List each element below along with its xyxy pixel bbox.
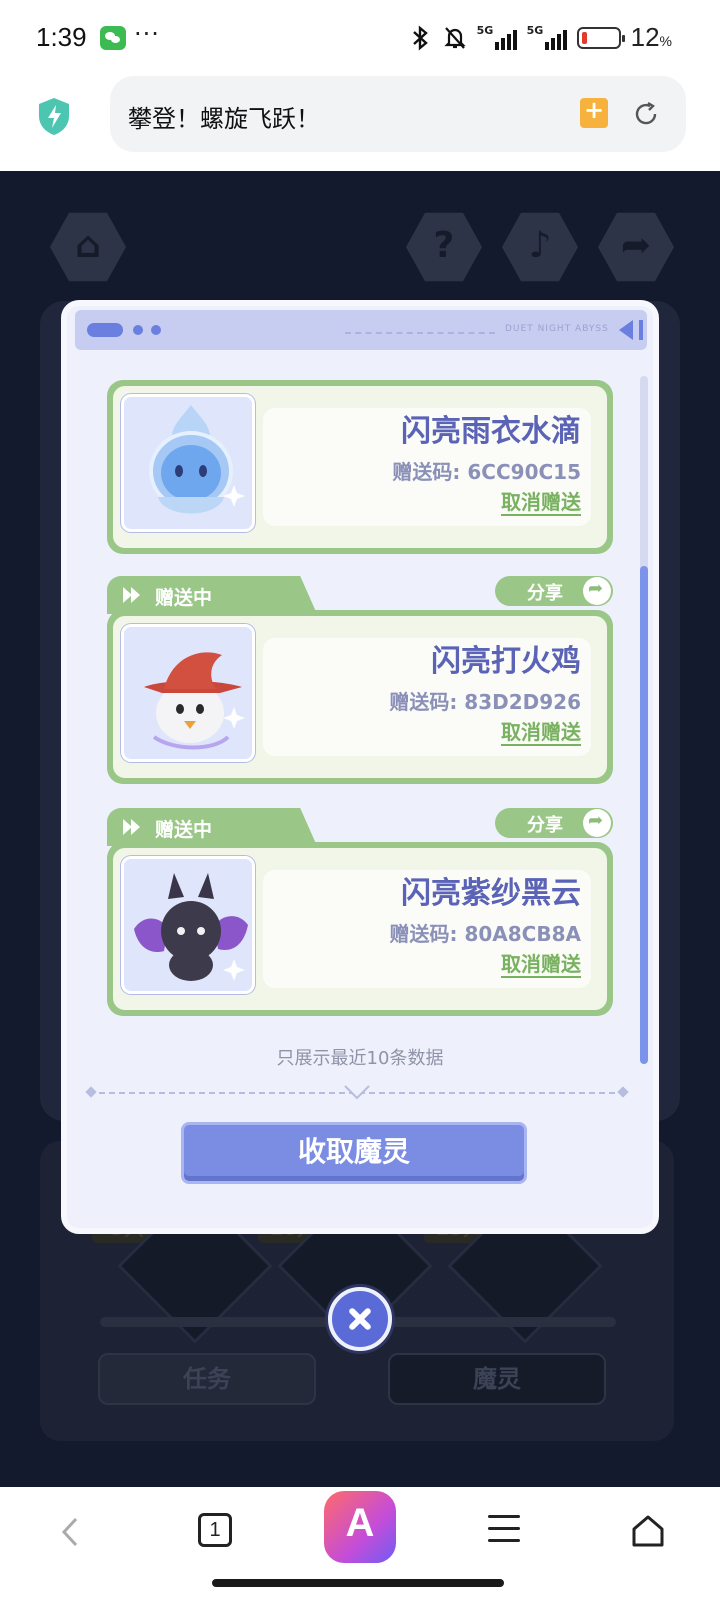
address-bar[interactable]: 攀登！螺旋飞跃！ [110, 76, 686, 152]
purple-dark-cloud-icon [134, 873, 248, 981]
cancel-gift-link[interactable]: 取消赠送 [501, 720, 581, 746]
share-button[interactable]: 分享 [495, 808, 613, 838]
pet-portrait [121, 856, 255, 994]
collect-spirits-button[interactable]: 收取魔灵 [181, 1122, 527, 1184]
signal-icon-2: 5G [527, 24, 567, 50]
bluetooth-icon [412, 24, 428, 51]
back-icon[interactable] [56, 1517, 86, 1547]
fire-chicken-icon [144, 652, 245, 750]
tabs-button[interactable]: 1 [198, 1513, 232, 1547]
pet-name: 闪亮紫纱黑云 [401, 876, 581, 911]
gifting-status-tab: 赠送中 [107, 576, 317, 614]
gift-code: 赠送码: 83D2D926 [389, 690, 581, 714]
status-time: 1:39 [36, 22, 87, 52]
help-icon: ? [406, 212, 482, 282]
gift-code: 赠送码: 80A8CB8A [389, 922, 581, 946]
reload-icon[interactable] [632, 100, 660, 128]
gift-record: 赠送中 分享 闪亮打火鸡 赠送码: 83D2D926 [107, 576, 613, 786]
scrollbar-thumb[interactable] [640, 566, 648, 1064]
tab-spirits: 魔灵 [388, 1353, 606, 1405]
status-more: ··· [134, 20, 160, 48]
home-icon: ⌂ [50, 212, 126, 282]
gifting-status-label: 赠送中 [155, 819, 213, 841]
divider-end [85, 1086, 97, 1098]
add-bookmark-icon[interactable] [580, 96, 608, 128]
forward-icon-2 [131, 819, 140, 835]
gift-records-dialog: DUET NIGHT ABYSS 闪亮雨衣水滴 赠送码: 6CC90C15 取消… [61, 300, 659, 1234]
gift-record: 闪亮雨衣水滴 赠送码: 6CC90C15 取消赠送 [107, 376, 613, 556]
signal-icon: 5G [477, 24, 517, 50]
collapse-arrow [619, 320, 633, 340]
dialog-header: DUET NIGHT ABYSS [75, 310, 647, 350]
ai-assistant-button[interactable]: A [324, 1491, 396, 1563]
ai-icon: A [345, 1501, 375, 1545]
shield-icon[interactable] [36, 96, 72, 136]
recent-records-note: 只展示最近10条数据 [276, 1048, 444, 1069]
pet-name: 闪亮雨衣水滴 [401, 414, 581, 449]
share-icon: ➦ [598, 212, 674, 282]
wechat-icon [100, 26, 126, 50]
status-icons: 5G 5G 12% [409, 22, 672, 53]
share-icon [583, 577, 611, 605]
divider-end [617, 1086, 629, 1098]
scrollbar[interactable] [640, 376, 648, 1064]
header-dot [151, 325, 161, 335]
battery-icon [576, 26, 625, 49]
gifting-status-tab: 赠送中 [107, 808, 317, 846]
pet-portrait [121, 394, 255, 532]
share-button-label: 分享 [527, 815, 563, 836]
cancel-gift-link[interactable]: 取消赠送 [501, 952, 581, 978]
music-icon: ♪ [502, 212, 578, 282]
gift-card: 闪亮打火鸡 赠送码: 83D2D926 取消赠送 [107, 610, 613, 784]
chevron-down-icon [344, 1085, 370, 1100]
bell-muted-icon [443, 26, 466, 49]
raincoat-droplet-icon [149, 405, 245, 514]
share-button-label: 分享 [527, 583, 563, 604]
status-bar: 1:39 ··· 5G 5G 12% [0, 0, 720, 76]
menu-icon[interactable] [488, 1515, 520, 1545]
pet-name: 闪亮打火鸡 [431, 644, 581, 679]
page-title[interactable]: 攀登！螺旋飞跃！ [128, 99, 320, 134]
gift-card: 闪亮雨衣水滴 赠送码: 6CC90C15 取消赠送 [107, 380, 613, 554]
home-indicator[interactable] [212, 1579, 504, 1587]
browser-toolbar: 攀登！螺旋飞跃！ [0, 76, 720, 168]
header-brand: DUET NIGHT ABYSS [505, 324, 609, 334]
pet-portrait [121, 624, 255, 762]
gift-code: 赠送码: 6CC90C15 [392, 460, 581, 484]
header-divider [345, 332, 495, 334]
gifting-status-label: 赠送中 [155, 587, 213, 609]
share-icon [583, 809, 611, 837]
home-icon[interactable] [630, 1513, 666, 1549]
gift-card: 闪亮紫纱黑云 赠送码: 80A8CB8A 取消赠送 [107, 842, 613, 1016]
header-dot [133, 325, 143, 335]
battery-level: 12% [630, 22, 672, 52]
header-pill [87, 323, 123, 337]
cancel-gift-link[interactable]: 取消赠送 [501, 490, 581, 516]
collapse-icon [639, 320, 643, 340]
tab-tasks: 任务 [98, 1353, 316, 1405]
close-dialog-button[interactable] [328, 1287, 392, 1351]
gift-record: 赠送中 分享 闪亮紫纱黑云 赠送码 [107, 808, 613, 1018]
share-button[interactable]: 分享 [495, 576, 613, 606]
forward-icon-2 [131, 587, 140, 603]
